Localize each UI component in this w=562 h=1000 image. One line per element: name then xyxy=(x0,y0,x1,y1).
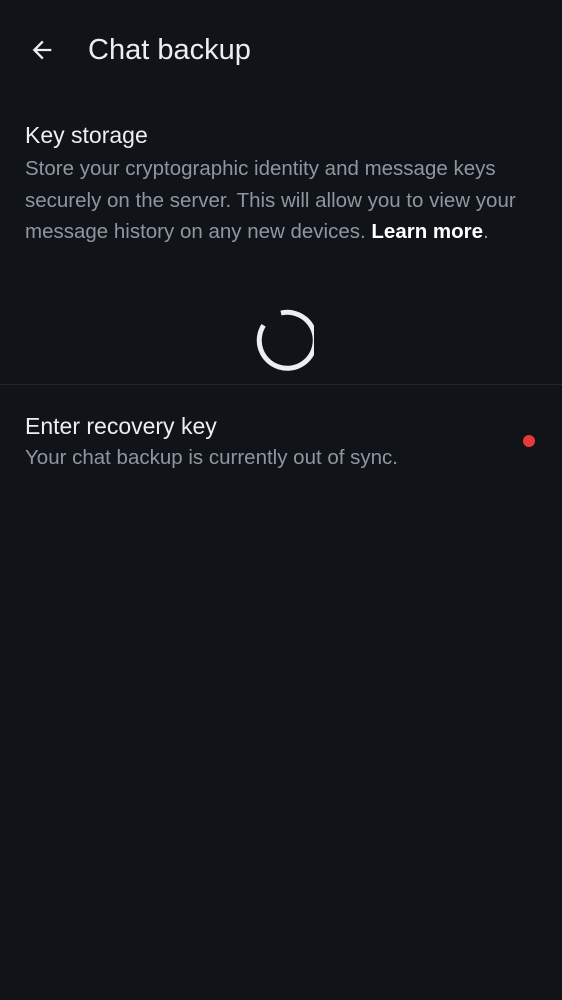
arrow-left-icon xyxy=(32,40,52,60)
learn-more-link[interactable]: Learn more xyxy=(371,220,483,243)
key-storage-section: Key storage Store your cryptographic ide… xyxy=(25,118,537,248)
alert-dot-icon xyxy=(523,435,535,447)
enter-recovery-key-item[interactable]: Enter recovery key Your chat backup is c… xyxy=(0,386,562,486)
page-title: Chat backup xyxy=(88,34,251,66)
top-app-bar: Chat backup xyxy=(0,0,562,100)
key-storage-description: Store your cryptographic identity and me… xyxy=(25,153,537,248)
recovery-subtitle: Your chat backup is currently out of syn… xyxy=(25,446,398,469)
description-period: . xyxy=(483,220,489,243)
key-storage-title: Key storage xyxy=(25,122,148,148)
chat-backup-screen: Chat backup Key storage Store your crypt… xyxy=(0,0,562,1000)
recovery-title: Enter recovery key xyxy=(25,413,217,439)
loading-spinner-icon xyxy=(256,309,314,371)
divider xyxy=(0,384,562,385)
recovery-text-group: Enter recovery key Your chat backup is c… xyxy=(25,409,495,473)
back-button[interactable] xyxy=(16,24,68,76)
